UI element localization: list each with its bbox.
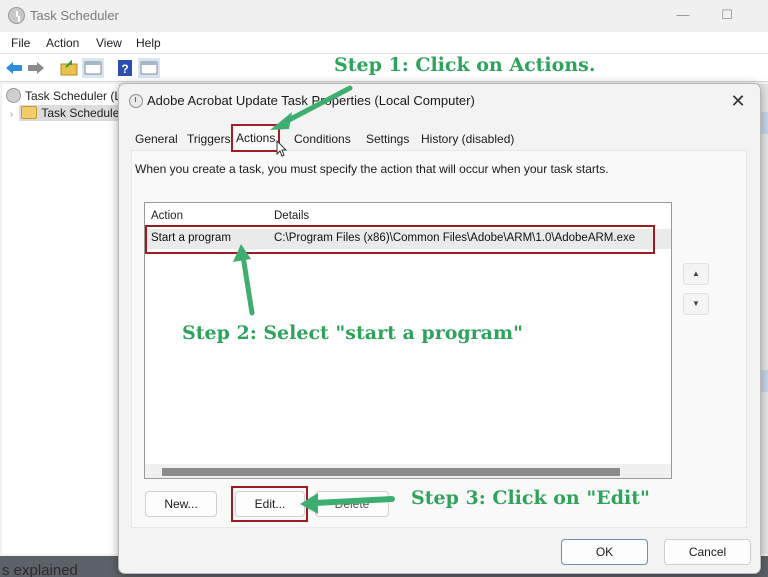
back-arrow-icon[interactable] — [5, 59, 23, 77]
folder-up-icon[interactable] — [60, 59, 78, 77]
tab-actions[interactable]: Actions — [231, 124, 281, 152]
step3-annotation: Step 3: Click on "Edit" — [411, 487, 650, 509]
tab-settings[interactable]: Settings — [366, 128, 409, 150]
dialog-title-bar: Adobe Acrobat Update Task Properties (Lo… — [119, 84, 760, 118]
scrollbar-thumb[interactable] — [162, 468, 620, 476]
clock-icon — [6, 88, 21, 103]
close-button[interactable]: ✕ — [726, 89, 750, 113]
actions-description: When you create a task, you must specify… — [135, 162, 609, 176]
tree-item-label: Task Scheduler (L — [25, 89, 122, 103]
help-icon[interactable]: ? — [116, 59, 134, 77]
step2-annotation: Step 2: Select "start a program" — [182, 322, 523, 344]
column-header-details[interactable]: Details — [274, 210, 309, 222]
window-title: Task Scheduler — [30, 8, 119, 23]
edit-highlight-box — [231, 486, 308, 522]
task-scheduler-app-icon — [8, 7, 25, 24]
screenshot: Task Scheduler — ☐ File Action View Help… — [0, 0, 768, 577]
ok-button[interactable]: OK — [561, 539, 648, 565]
show-hide-console-tree-icon[interactable] — [82, 58, 104, 78]
menu-help[interactable]: Help — [136, 36, 161, 50]
step1-annotation: Step 1: Click on Actions. — [330, 54, 600, 76]
console-tree-pane: Task Scheduler (L › Task Schedule — [2, 84, 123, 554]
new-button[interactable]: New... — [145, 491, 217, 517]
list-header: Action Details — [145, 203, 671, 223]
tab-conditions[interactable]: Conditions — [294, 128, 351, 150]
move-down-button[interactable]: ▼ — [683, 293, 709, 315]
title-bar: Task Scheduler — ☐ — [0, 0, 768, 32]
clock-icon — [129, 94, 143, 108]
tree-item-label: Task Schedule — [41, 106, 120, 120]
minimize-button[interactable]: — — [668, 4, 698, 26]
mouse-cursor-icon — [276, 140, 288, 157]
tree-item-library[interactable]: › Task Schedule — [10, 105, 123, 121]
column-header-action[interactable]: Action — [151, 210, 183, 222]
maximize-button[interactable]: ☐ — [712, 4, 742, 26]
folder-clock-icon — [21, 106, 38, 119]
background-page-text: s explained — [2, 562, 78, 577]
menu-action[interactable]: Action — [46, 36, 79, 50]
forward-arrow-icon[interactable] — [27, 59, 45, 77]
menu-bar: File Action View Help — [0, 32, 768, 54]
horizontal-scrollbar[interactable] — [145, 464, 671, 478]
move-up-button[interactable]: ▲ — [683, 263, 709, 285]
tab-triggers[interactable]: Triggers — [187, 128, 231, 150]
tab-history[interactable]: History (disabled) — [421, 128, 514, 150]
chevron-right-icon[interactable]: › — [10, 109, 13, 120]
menu-view[interactable]: View — [96, 36, 122, 50]
tab-general[interactable]: General — [135, 128, 178, 150]
delete-button[interactable]: Delete — [315, 491, 389, 517]
row-highlight-box — [145, 225, 655, 254]
svg-text:?: ? — [121, 62, 128, 76]
menu-file[interactable]: File — [11, 36, 30, 50]
dialog-title: Adobe Acrobat Update Task Properties (Lo… — [147, 93, 475, 108]
tree-item-root[interactable]: Task Scheduler (L — [6, 88, 121, 103]
cancel-button[interactable]: Cancel — [664, 539, 751, 565]
show-hide-action-pane-icon[interactable] — [138, 58, 160, 78]
